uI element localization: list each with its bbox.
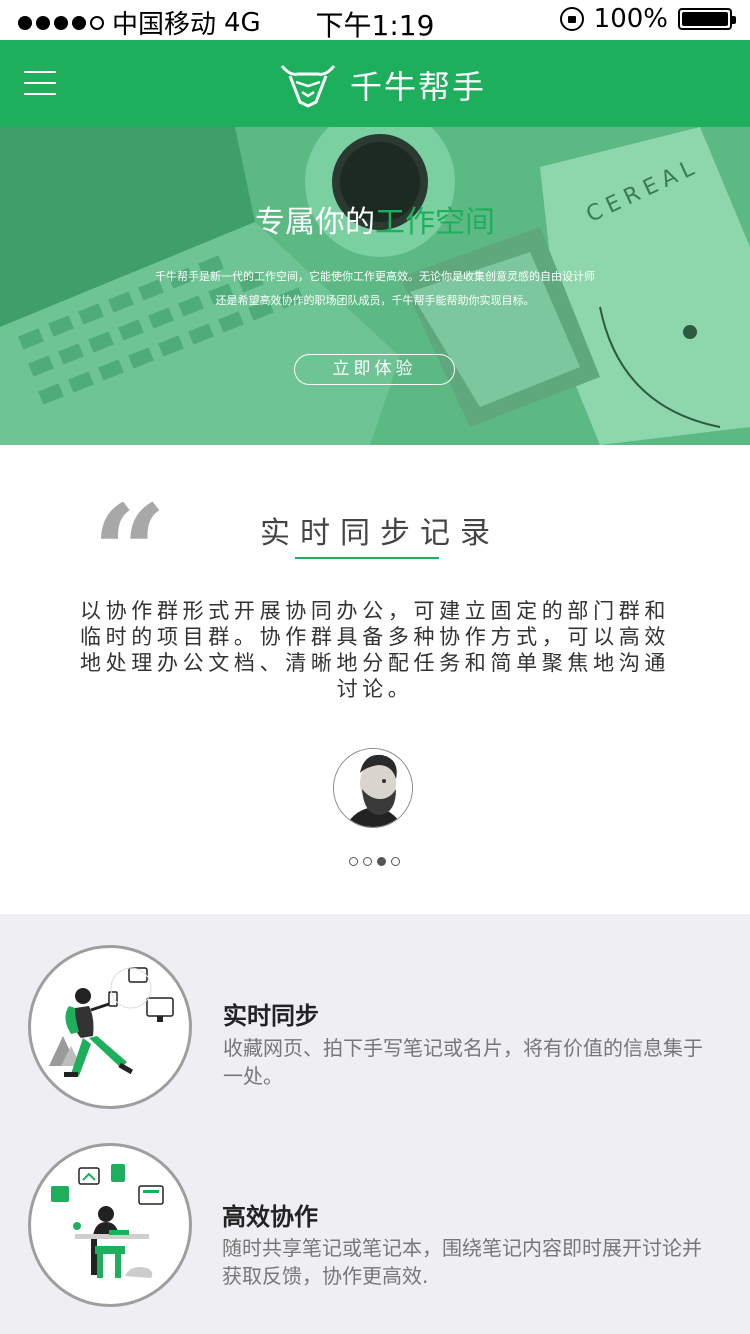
person-at-desk-documents-icon — [51, 1164, 164, 1278]
pager-dot[interactable] — [349, 857, 358, 866]
status-right: 100% — [559, 4, 736, 34]
feature-desc-sync: 收藏网页、拍下手写笔记或名片，将有价值的信息集于一处。 — [223, 1036, 703, 1088]
hero-description-line-1: 千牛帮手是新一代的工作空间，它能使你工作更高效。无论你是收集创意灵感的自由设计师 — [155, 270, 595, 283]
pager-dot-active[interactable] — [377, 857, 386, 866]
pager-dot[interactable] — [391, 857, 400, 866]
feature-illustration-sync — [28, 945, 192, 1109]
hero-description: 千牛帮手是新一代的工作空间，它能使你工作更高效。无论你是收集创意灵感的自由设计师… — [0, 265, 750, 313]
rotation-lock-icon — [559, 7, 584, 31]
hero-banner: CEREAL 专属你的工作空间 千牛帮手是新一代的工作空间，它能使你工作更高效。… — [0, 127, 750, 445]
feature-title-collab: 高效协作 — [222, 1203, 318, 1231]
walking-person-devices-icon — [49, 967, 174, 1077]
carousel-pager — [349, 857, 400, 866]
try-now-button[interactable]: 立即体验 — [294, 354, 455, 385]
nav-bar: 千牛帮手 — [0, 40, 750, 127]
section-title: 实时同步记录 — [260, 516, 500, 551]
feature-desc-collab: 随时共享笔记或笔记本，围绕笔记内容即时展开讨论并获取反馈，协作更高效. — [222, 1236, 702, 1288]
avatar[interactable] — [333, 748, 413, 828]
bull-head-logo-icon — [280, 65, 336, 108]
section-body: 以协作群形式开展协同办公，可建立固定的部门群和临时的项目群。协作群具备多种协作方… — [80, 599, 670, 701]
brand: 千牛帮手 — [280, 62, 486, 108]
feature-illustration-collab — [28, 1143, 192, 1307]
battery-percent: 100% — [593, 4, 668, 34]
hero-title-prefix: 专属你的 — [255, 205, 375, 240]
status-bar: 中国移动 4G 下午1:19 100% — [0, 0, 750, 42]
hero-description-line-2: 还是希望高效协作的职场团队成员，千牛帮手能帮助你实现目标。 — [215, 294, 535, 307]
pager-dot[interactable] — [363, 857, 372, 866]
title-underline — [295, 557, 439, 559]
bearded-man-portrait-icon — [334, 749, 412, 827]
battery-icon — [678, 8, 736, 30]
features-section: 实时同步 收藏网页、拍下手写笔记或名片，将有价值的信息集于一处。 高效协作 随时… — [0, 914, 750, 1334]
hero-title: 专属你的工作空间 — [0, 197, 750, 241]
app-title: 千牛帮手 — [350, 68, 487, 106]
hamburger-menu-icon[interactable] — [24, 71, 56, 97]
hero-title-highlight: 工作空间 — [375, 205, 495, 240]
feature-title-sync: 实时同步 — [223, 1002, 319, 1030]
